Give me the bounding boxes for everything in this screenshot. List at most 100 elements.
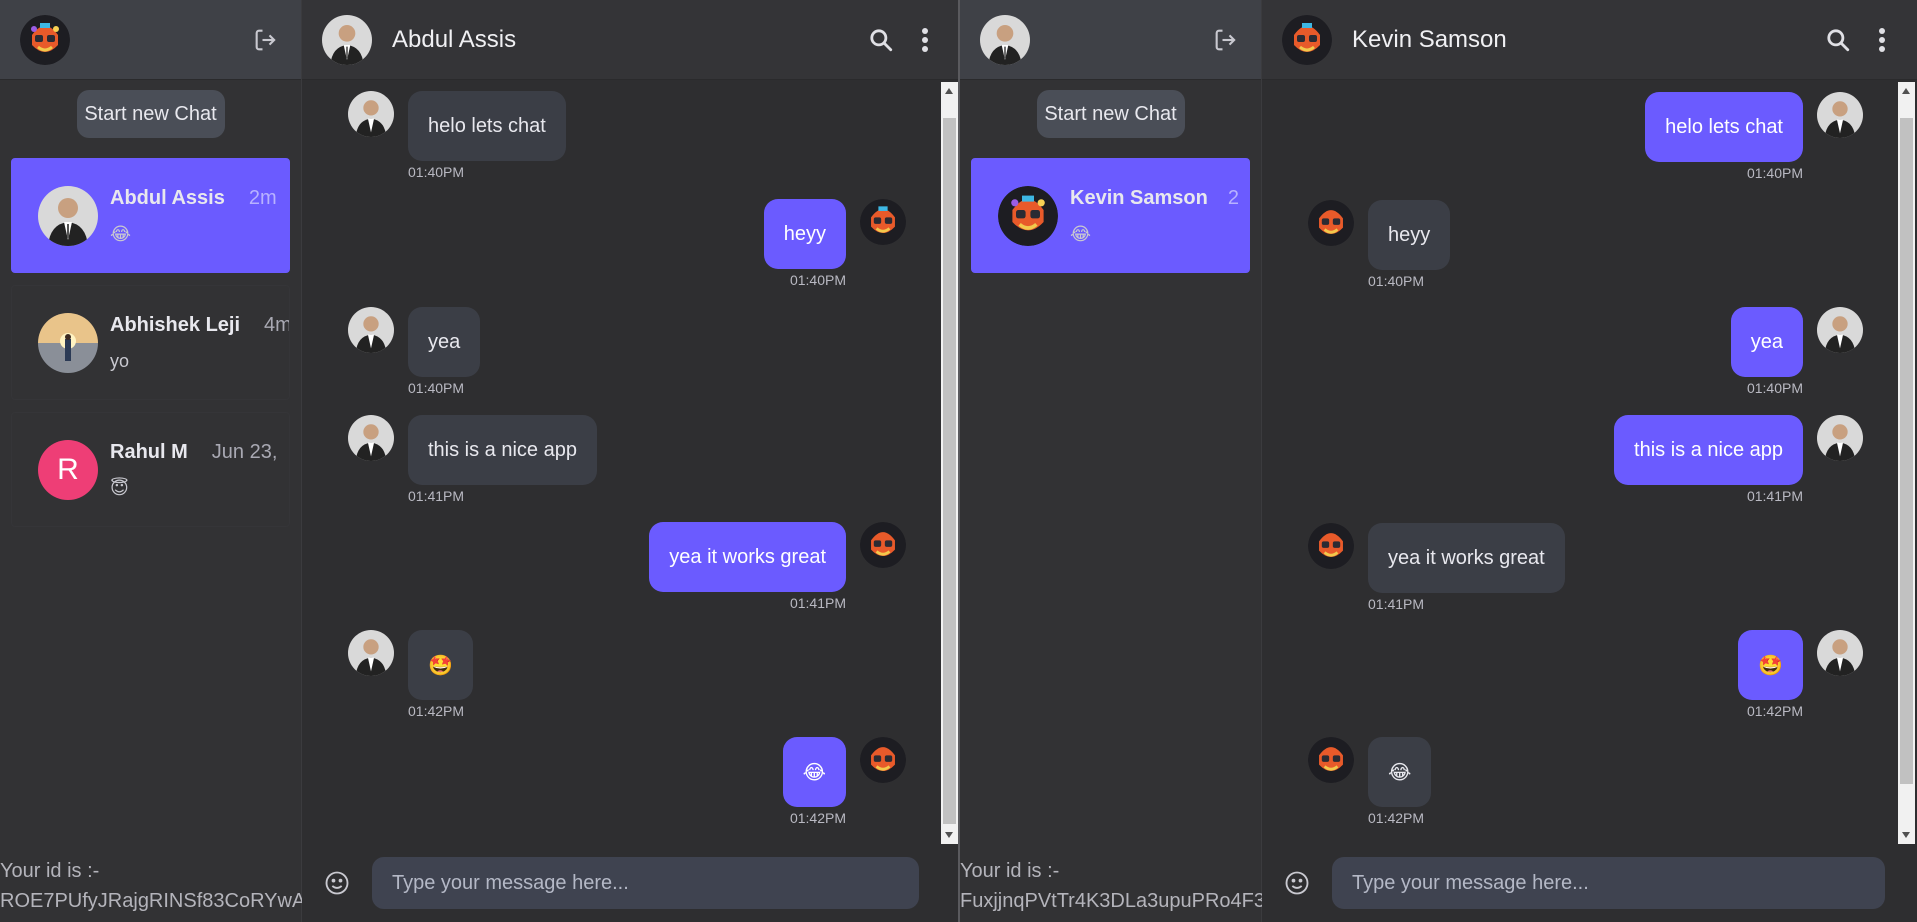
contact-avatar[interactable] (322, 14, 372, 65)
message-row: helo lets chat (348, 91, 566, 161)
contact-initial-avatar: R (38, 439, 98, 500)
message-row: 🤩 (1738, 630, 1863, 700)
message-bubble: yea (1730, 307, 1803, 377)
message-row: 🤩 (348, 630, 473, 700)
message-bubble: helo lets chat (408, 91, 566, 161)
message-time: 01:40PM (408, 380, 465, 396)
sidebar-header (960, 0, 1261, 80)
conversation-preview: 😂 (110, 223, 132, 244)
search-icon[interactable] (1823, 25, 1853, 55)
message-input[interactable] (372, 857, 919, 909)
scroll-down-arrow-icon[interactable] (1902, 832, 1910, 838)
chat-header: Abdul Assis (302, 0, 960, 80)
message-time: 01:41PM (1746, 488, 1803, 504)
contact-avatar-robot (998, 185, 1058, 246)
contact-avatar (38, 312, 98, 373)
start-new-chat-button[interactable]: Start new Chat (1036, 90, 1185, 138)
emoji-icon[interactable] (322, 868, 352, 898)
user-avatar-robot[interactable] (20, 14, 70, 65)
user-avatar-robot (860, 199, 906, 245)
sidebar: Start new Chat Kevin Samson 2 😂 Your id … (960, 0, 1262, 922)
more-vertical-icon[interactable] (1867, 25, 1897, 55)
conversation-time: 4m (264, 313, 289, 336)
conversation-item-rahul-m[interactable]: R Rahul M Jun 23, 😇 (11, 412, 290, 527)
scrollbar-thumb[interactable] (943, 118, 956, 824)
message-bubble: heyy (763, 199, 846, 269)
chat-title: Kevin Samson (1352, 25, 1507, 53)
sidebar-header (0, 0, 301, 80)
contact-avatar (348, 91, 394, 137)
message-time: 01:40PM (1368, 273, 1425, 289)
conversation-time: Jun 23, (211, 440, 278, 463)
message-time: 01:40PM (1746, 380, 1803, 396)
contact-avatar (348, 307, 394, 353)
message-time: 01:42PM (1746, 703, 1803, 719)
conversation-item-kevin-samson[interactable]: Kevin Samson 2 😂 (971, 158, 1250, 273)
logout-icon[interactable] (1211, 25, 1241, 55)
message-row: yea (1730, 307, 1863, 377)
message-row: this is a nice app (1614, 415, 1863, 485)
message-time: 01:41PM (1368, 596, 1425, 612)
scrollbar-thumb[interactable] (1900, 118, 1913, 784)
contact-avatar (348, 415, 394, 461)
message-list: helo lets chat 01:40PM heyy 01:40PM yea … (1262, 80, 1917, 844)
conversation-item-abdul-assis[interactable]: Abdul Assis 2m 😂 (11, 158, 290, 273)
user-avatar-robot (860, 522, 906, 568)
sidebar: Start new Chat Abdul Assis 2m 😂 Abhishek… (0, 0, 302, 922)
contact-avatar-robot (1308, 200, 1354, 246)
message-time: 01:40PM (1746, 165, 1803, 181)
user-avatar-robot (860, 737, 906, 783)
scroll-up-arrow-icon[interactable] (945, 88, 953, 94)
message-input[interactable] (1332, 857, 1885, 909)
message-scrollbar[interactable] (1898, 82, 1915, 844)
conversation-time: 2 (1227, 186, 1239, 209)
message-time: 01:40PM (789, 272, 846, 288)
message-row: this is a nice app (348, 415, 597, 485)
message-bubble: 🤩 (1738, 630, 1803, 700)
message-row: yea it works great (1308, 523, 1565, 593)
user-avatar (1817, 630, 1863, 676)
message-bubble: 😂 (1368, 737, 1432, 807)
message-bubble: yea (408, 307, 481, 377)
user-id-label: Your id is :- (0, 860, 100, 882)
contact-avatar (348, 630, 394, 676)
user-id-block: Your id is :- ROE7PUfyJRajgRINSf83CoRYwA… (0, 856, 302, 916)
user-id-value: ROE7PUfyJRajgRINSf83CoRYwA33 (0, 890, 302, 912)
contact-avatar (38, 185, 98, 246)
message-list: helo lets chat 01:40PM heyy 01:40PM yea … (302, 80, 960, 844)
message-scrollbar[interactable] (941, 82, 958, 844)
scroll-down-arrow-icon[interactable] (945, 832, 953, 838)
user-id-value: FuxjjnqPVtTr4K3DLa3upuPRo4F3 (960, 890, 1262, 912)
logout-icon[interactable] (251, 25, 281, 55)
user-avatar (1817, 415, 1863, 461)
message-row: 😂 (782, 737, 906, 807)
message-time: 01:40PM (408, 164, 465, 180)
message-time: 01:42PM (789, 810, 846, 826)
user-avatar (1817, 92, 1863, 138)
emoji-icon[interactable] (1282, 868, 1312, 898)
contact-avatar-robot[interactable] (1282, 14, 1332, 65)
message-bubble: heyy (1368, 200, 1451, 270)
user-id-label: Your id is :- (960, 860, 1060, 882)
user-avatar[interactable] (980, 14, 1030, 65)
screen: Start new Chat Abdul Assis 2m 😂 Abhishek… (0, 0, 1917, 922)
message-bubble: 😂 (782, 737, 846, 807)
start-new-chat-button[interactable]: Start new Chat (76, 90, 225, 138)
message-bubble: yea it works great (649, 522, 846, 592)
conversation-name: Rahul M (110, 440, 188, 463)
more-vertical-icon[interactable] (910, 25, 940, 55)
message-row: helo lets chat (1645, 92, 1863, 162)
conversation-time: 2m (248, 186, 277, 209)
conversation-preview: yo (110, 350, 130, 371)
message-row: 😂 (1308, 737, 1432, 807)
chat-panel: Kevin Samson helo lets chat 01:40PM heyy… (1262, 0, 1917, 922)
conversation-list: Abdul Assis 2m 😂 Abhishek Leji 4m (0, 158, 301, 527)
message-time: 01:41PM (789, 595, 846, 611)
conversation-item-abhishek-leji[interactable]: Abhishek Leji 4m yo (11, 285, 290, 400)
scroll-up-arrow-icon[interactable] (1902, 88, 1910, 94)
search-icon[interactable] (866, 25, 896, 55)
message-row: yea it works great (649, 522, 906, 592)
contact-avatar-robot (1308, 737, 1354, 783)
chat-panel: Abdul Assis helo lets chat 01:40PM heyy … (302, 0, 960, 922)
conversation-list: Kevin Samson 2 😂 (960, 158, 1261, 273)
